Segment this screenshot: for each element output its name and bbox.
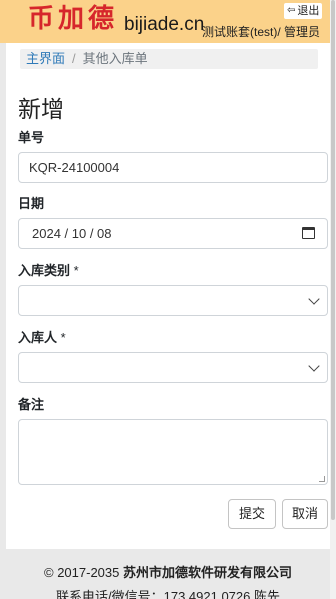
header: 币加德 bijiade.cn ⇦ 退出 测试账套(test)/ 管理员 <box>0 0 336 43</box>
category-label: 入库类别 * <box>18 263 79 279</box>
person-label: 入库人 * <box>18 330 66 346</box>
person-select[interactable] <box>18 352 328 383</box>
footer-copyright: © 2017-2035 苏州市加德软件研发有限公司 <box>0 565 336 581</box>
scrollbar[interactable] <box>330 0 336 599</box>
logout-button[interactable]: ⇦ 退出 <box>284 3 323 19</box>
scrollbar-thumb[interactable] <box>331 0 335 520</box>
number-label: 单号 <box>18 130 45 145</box>
page: 币加德 bijiade.cn ⇦ 退出 测试账套(test)/ 管理员 主界面 /… <box>0 0 336 599</box>
calendar-icon[interactable] <box>302 227 315 239</box>
chevron-down-icon <box>308 293 320 305</box>
date-label: 日期 <box>18 196 45 211</box>
person-label-text: 入库人 <box>18 330 58 345</box>
category-label-text: 入库类别 <box>18 263 71 278</box>
breadcrumb-current: 其他入库单 <box>82 51 148 66</box>
page-title: 新增 <box>18 96 64 122</box>
copyright-years: © 2017-2035 <box>44 565 120 580</box>
category-select[interactable] <box>18 285 328 316</box>
footer-contact: 联系电话/微信号：173 4921 0726 陈先 <box>56 589 280 599</box>
remark-textarea[interactable] <box>18 419 328 485</box>
logout-label: 退出 <box>297 5 320 17</box>
breadcrumb: 主界面 / 其他入库单 <box>20 49 318 69</box>
required-marker: * <box>60 330 66 345</box>
breadcrumb-home[interactable]: 主界面 <box>26 51 65 66</box>
required-marker: * <box>73 263 79 278</box>
brand-logo[interactable]: 币加德 <box>28 2 118 36</box>
current-user: 测试账套(test)/ 管理员 <box>202 25 321 39</box>
submit-button[interactable]: 提交 <box>228 499 276 529</box>
brand-domain: bijiade.cn <box>124 14 205 35</box>
chevron-down-icon <box>308 360 320 372</box>
number-field[interactable]: KQR-24100004 <box>18 152 328 183</box>
company-name: 苏州市加德软件研发有限公司 <box>122 565 292 580</box>
breadcrumb-separator: / <box>72 51 76 66</box>
resize-handle-icon[interactable] <box>319 476 325 482</box>
remark-label: 备注 <box>18 397 45 412</box>
date-value: 2024 / 10 / 08 <box>32 226 112 241</box>
date-field[interactable]: 2024 / 10 / 08 <box>18 218 328 249</box>
logout-icon: ⇦ <box>287 5 296 16</box>
cancel-button[interactable]: 取消 <box>282 499 328 529</box>
